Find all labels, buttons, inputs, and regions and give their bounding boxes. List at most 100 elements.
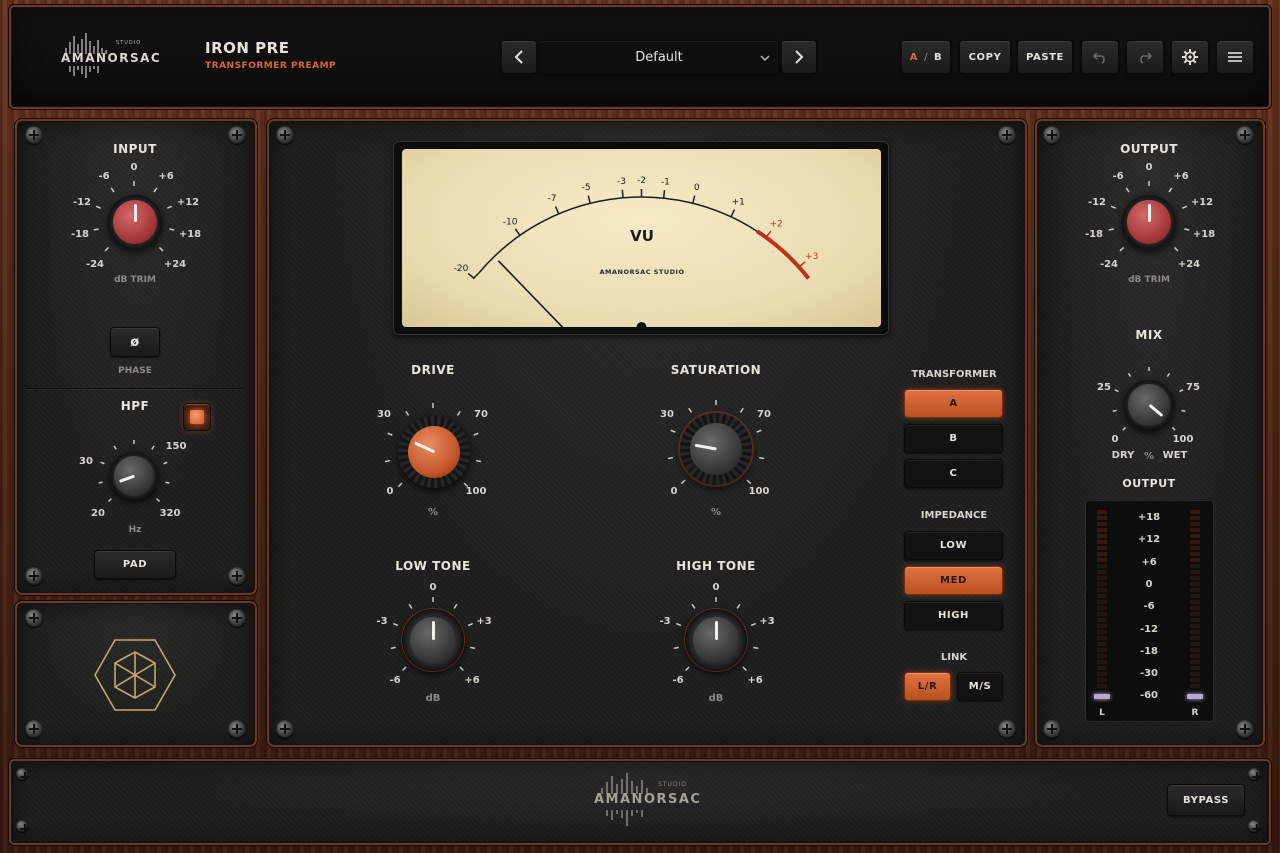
copy-button[interactable]: COPY [959,40,1011,74]
vu-tick [662,190,666,199]
hamburger-menu-icon [1228,52,1242,62]
hpf-scale-320: 320 [159,508,181,519]
undo-button[interactable] [1081,40,1119,74]
mix-scale-25: 25 [1097,382,1111,393]
screw-icon [276,126,294,144]
meter-right-channel [1187,510,1203,700]
hexagon-emblem-icon [94,639,176,711]
output-scale-m18: -18 [1084,229,1104,240]
meter-segment [1097,594,1107,598]
vu-scale-label: -2 [637,176,646,186]
tick-mark [673,646,679,650]
tick-mark [93,228,99,231]
mix-knob[interactable] [1124,380,1174,430]
transformer-c-button[interactable]: C [904,459,1003,488]
meter-segment [1097,660,1107,664]
input-trim-knob[interactable] [108,195,162,249]
meter-segment [1190,522,1200,526]
meter-segment [1097,564,1107,568]
menu-button[interactable] [1216,40,1254,74]
screw-icon [25,567,43,585]
paste-button[interactable]: PASTE [1017,40,1073,74]
hpf-frequency-knob[interactable] [110,452,158,500]
meter-segment [1097,582,1107,586]
footer-brand-logo: AMANORSAC STUDIO [592,772,700,828]
meter-segment [1097,558,1107,562]
link-title: LINK [940,652,968,663]
gear-icon [1182,49,1198,65]
screw-icon [1236,720,1254,738]
drive-scale-30: 30 [377,409,391,420]
high-tone-scale-m3: -3 [659,616,671,627]
vu-scale-label: -5 [582,183,591,193]
meter-segment [1190,600,1200,604]
knob-pointer [1147,204,1151,222]
output-trim-knob[interactable] [1122,195,1176,249]
meter-segment [1190,540,1200,544]
redo-button[interactable] [1126,40,1164,74]
ab-compare-button[interactable]: A / B [901,40,951,74]
low-tone-scale-m3: -3 [376,616,388,627]
meter-segment [1190,528,1200,532]
saturation-knob[interactable] [680,413,752,485]
tick-mark [759,456,765,460]
preset-next-button[interactable] [781,40,817,74]
tick-mark [384,459,390,463]
tick-mark [98,481,103,484]
meter-segment [1097,588,1107,592]
screw-icon [1248,768,1262,780]
low-tone-title: LOW TONE [395,559,471,573]
meter-segment [1097,654,1107,658]
meter-segment [1190,582,1200,586]
mix-title: MIX [1135,328,1163,342]
impedance-med-button[interactable]: MED [904,566,1003,595]
section-divider [26,388,244,389]
hpf-enable-led-button[interactable] [183,403,211,431]
redo-icon [1140,52,1153,64]
meter-segment [1097,630,1107,634]
screw-icon [228,720,246,738]
vu-scale-label: -1 [661,177,670,187]
meter-segment [1097,678,1107,682]
brand-small: STUDIO [116,40,142,46]
link-ms-button[interactable]: M/S [957,672,1003,701]
input-scale-p18: +18 [178,229,202,240]
screw-icon [1236,126,1254,144]
preset-selector[interactable]: Default [539,40,779,74]
transformer-b-button[interactable]: B [904,424,1003,453]
pad-button[interactable]: PAD [94,550,176,579]
preset-prev-button[interactable] [501,40,537,74]
phase-invert-button[interactable]: ø [110,327,160,357]
settings-button[interactable] [1171,40,1209,74]
high-tone-knob[interactable] [685,609,747,671]
hpf-scale-20: 20 [91,508,105,519]
high-tone-title: HIGH TONE [676,559,756,573]
meter-segment [1097,606,1107,610]
low-tone-knob[interactable] [402,609,464,671]
transformer-a-button[interactable]: A [904,389,1003,418]
bypass-button[interactable]: BYPASS [1167,784,1245,816]
impedance-high-button[interactable]: HIGH [904,601,1003,630]
meter-segment [1190,510,1200,514]
meter-left-channel [1094,510,1110,700]
brand-name: AMANORSAC [61,51,162,65]
output-level-meter: +18 +12 +6 0 -6 -12 -18 -30 -60 L R [1085,500,1214,722]
output-unit: dB TRIM [1128,275,1170,285]
ab-b-label: B [934,51,943,63]
drive-knob[interactable] [398,416,470,488]
mix-scale-0: 0 [1111,434,1119,445]
vu-scale-label: -7 [548,194,557,204]
meter-segment [1097,522,1107,526]
meter-segment [1097,516,1107,520]
mix-scale-75: 75 [1186,382,1200,393]
vu-needle-pivot [636,322,647,327]
screw-icon [228,609,246,627]
input-scale-0: 0 [130,162,138,173]
meter-segment [1097,534,1107,538]
impedance-low-button[interactable]: LOW [904,531,1003,560]
low-tone-scale-p3: +3 [476,616,492,627]
hpf-title: HPF [120,399,150,413]
transformer-title: TRANSFORMER [911,369,997,380]
meter-scale-m18: -18 [1139,646,1159,657]
link-lr-button[interactable]: L/R [904,672,951,701]
